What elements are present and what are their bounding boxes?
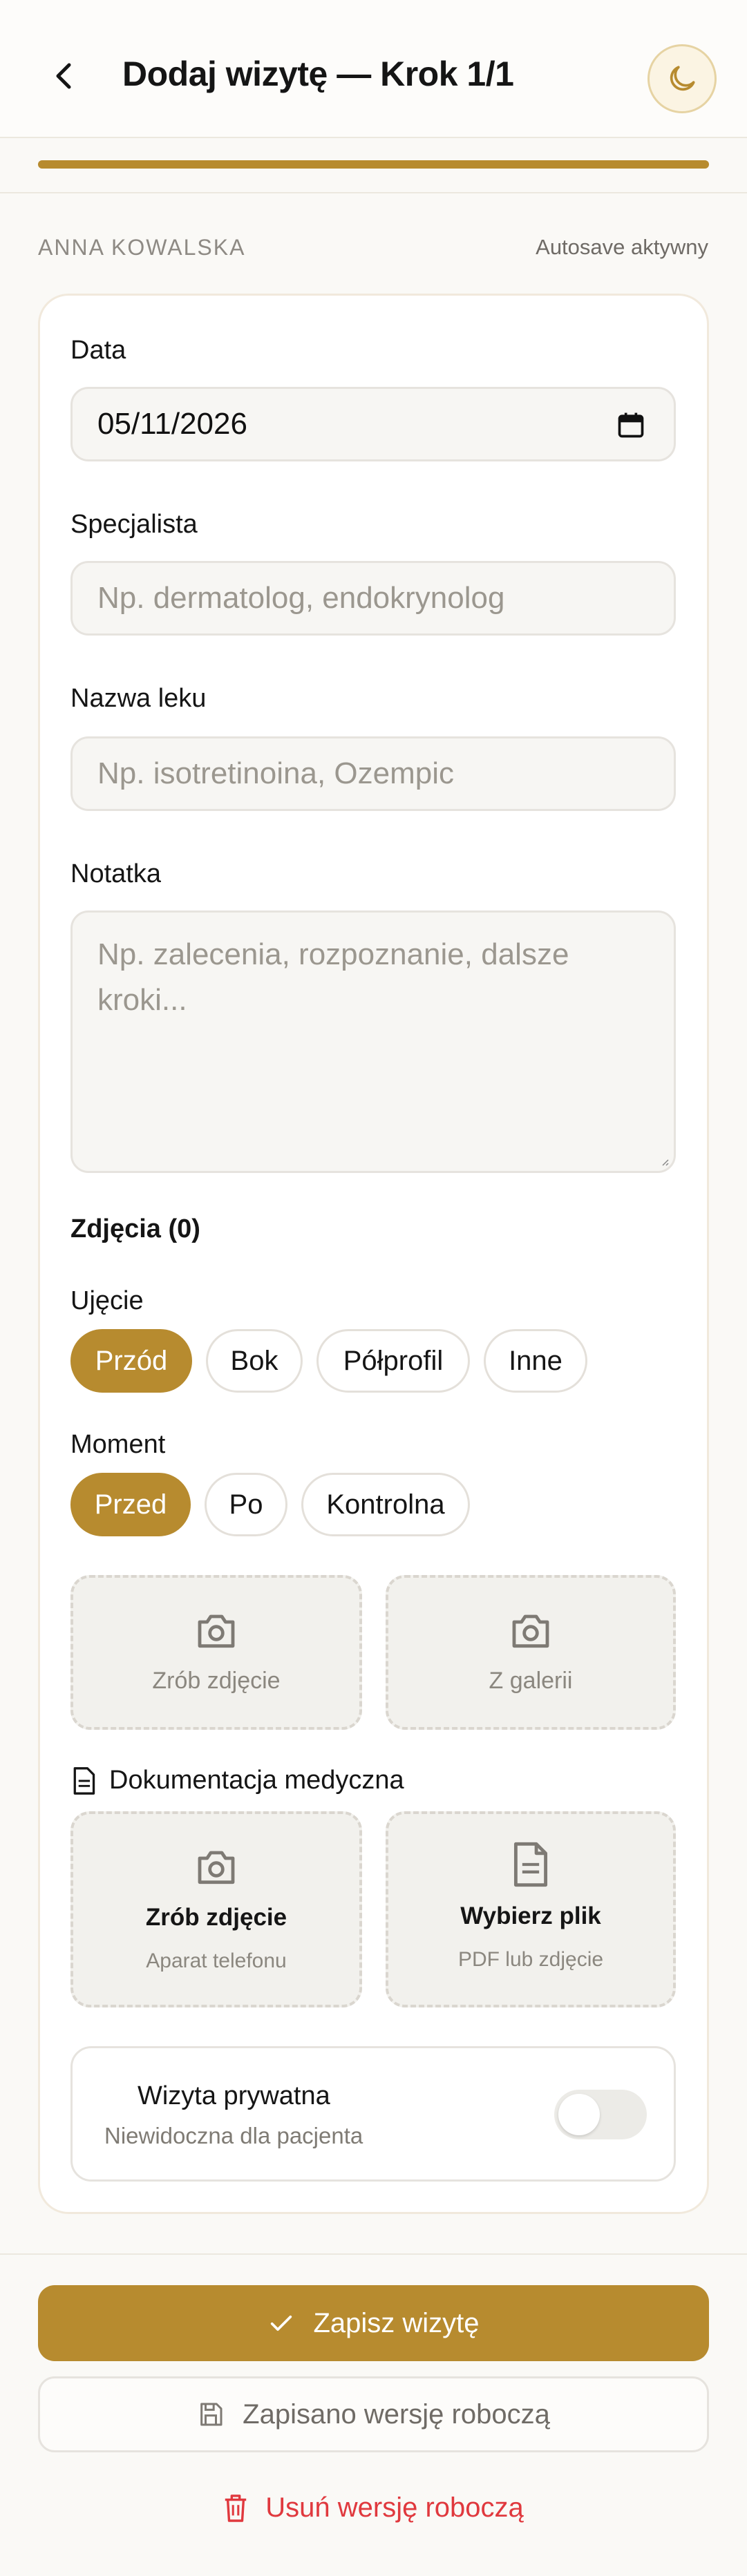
note-placeholder: Np. zalecenia, rozpoznanie, dalsze kroki… bbox=[97, 937, 569, 1017]
document-icon bbox=[513, 1842, 548, 1887]
chip-angle-front[interactable]: Przód bbox=[70, 1329, 192, 1393]
docs-file-subtitle: PDF lub zdjęcie bbox=[457, 1948, 604, 1971]
divider bbox=[0, 2253, 747, 2255]
theme-toggle-button[interactable] bbox=[647, 44, 717, 113]
gallery-label: Z galerii bbox=[489, 1667, 573, 1694]
angle-label: Ujęcie bbox=[70, 1286, 144, 1315]
medical-docs-title: Dokumentacja medyczna bbox=[109, 1766, 404, 1795]
note-textarea[interactable]: Np. zalecenia, rozpoznanie, dalsze kroki… bbox=[70, 910, 676, 1173]
chip-moment-after[interactable]: Po bbox=[205, 1473, 287, 1536]
date-label: Data bbox=[70, 336, 126, 365]
save-disk-icon bbox=[200, 2403, 223, 2426]
chip-angle-half-profile[interactable]: Półprofil bbox=[316, 1329, 470, 1393]
draft-saved-button[interactable]: Zapisano wersję roboczą bbox=[38, 2376, 709, 2452]
specialist-label: Specjalista bbox=[70, 510, 198, 539]
docs-camera-subtitle: Aparat telefonu bbox=[146, 1949, 287, 1972]
draft-saved-label: Zapisano wersję roboczą bbox=[243, 2398, 550, 2430]
progress-bar bbox=[38, 160, 709, 169]
chip-moment-control[interactable]: Kontrolna bbox=[301, 1473, 470, 1536]
docs-file-title: Wybierz plik bbox=[460, 1902, 601, 1929]
docs-camera-title: Zrób zdjęcie bbox=[145, 1904, 287, 1931]
chevron-left-icon bbox=[56, 63, 71, 89]
calendar-icon[interactable] bbox=[616, 410, 646, 440]
back-button[interactable] bbox=[48, 59, 82, 93]
chip-angle-side[interactable]: Bok bbox=[206, 1329, 303, 1393]
save-visit-button[interactable]: Zapisz wizytę bbox=[38, 2285, 709, 2361]
moon-icon bbox=[670, 66, 695, 91]
drug-name-label: Nazwa leku bbox=[70, 684, 207, 713]
take-photo-tile[interactable]: Zrób zdjęcie bbox=[70, 1575, 362, 1730]
take-photo-label: Zrób zdjęcie bbox=[152, 1667, 281, 1694]
top-app-bar: Dodaj wizytę — Krok 1/1 bbox=[0, 0, 747, 138]
moment-label: Moment bbox=[70, 1430, 166, 1459]
document-icon bbox=[73, 1766, 95, 1795]
medical-docs-heading: Dokumentacja medyczna bbox=[70, 1766, 404, 1795]
drug-name-placeholder: Np. isotretinoina, Ozempic bbox=[97, 756, 454, 790]
check-icon bbox=[271, 2316, 292, 2331]
specialist-placeholder: Np. dermatolog, endokrynolog bbox=[97, 581, 505, 615]
camera-icon bbox=[198, 1851, 235, 1885]
date-input[interactable]: 05/11/2026 bbox=[70, 387, 676, 461]
gallery-tile[interactable]: Z galerii bbox=[386, 1575, 676, 1730]
trash-icon bbox=[225, 2494, 247, 2522]
autosave-status: Autosave aktywny bbox=[536, 235, 708, 259]
page-title: Dodaj wizytę — Krok 1/1 bbox=[122, 55, 514, 93]
private-visit-toggle[interactable] bbox=[554, 2090, 647, 2139]
private-visit-subtitle: Niewidoczna dla pacjenta bbox=[104, 2123, 363, 2148]
patient-name: ANNA KOWALSKA bbox=[38, 235, 246, 260]
photos-heading: Zdjęcia (0) bbox=[70, 1214, 200, 1243]
private-visit-row: Wizyta prywatna Niewidoczna dla pacjenta bbox=[70, 2046, 676, 2182]
progress-bar-fill bbox=[38, 160, 709, 169]
docs-camera-tile[interactable]: Zrób zdjęcie Aparat telefonu bbox=[70, 1811, 362, 2007]
specialist-input[interactable]: Np. dermatolog, endokrynolog bbox=[70, 561, 676, 636]
chip-angle-other[interactable]: Inne bbox=[484, 1329, 587, 1393]
chip-moment-before[interactable]: Przed bbox=[70, 1473, 191, 1536]
date-value: 05/11/2026 bbox=[97, 407, 247, 441]
resize-grip-icon[interactable] bbox=[660, 1157, 670, 1167]
delete-draft-button[interactable]: Usuń wersję roboczą bbox=[214, 2480, 532, 2535]
delete-draft-label: Usuń wersję roboczą bbox=[265, 2492, 524, 2523]
toggle-knob bbox=[558, 2094, 600, 2135]
divider bbox=[0, 192, 747, 193]
docs-file-tile[interactable]: Wybierz plik PDF lub zdjęcie bbox=[386, 1811, 676, 2007]
private-visit-title: Wizyta prywatna bbox=[138, 2081, 330, 2110]
camera-icon bbox=[198, 1614, 235, 1648]
camera-icon bbox=[512, 1614, 549, 1648]
drug-name-input[interactable]: Np. isotretinoina, Ozempic bbox=[70, 736, 676, 811]
save-visit-label: Zapisz wizytę bbox=[313, 2307, 480, 2338]
note-label: Notatka bbox=[70, 859, 161, 888]
